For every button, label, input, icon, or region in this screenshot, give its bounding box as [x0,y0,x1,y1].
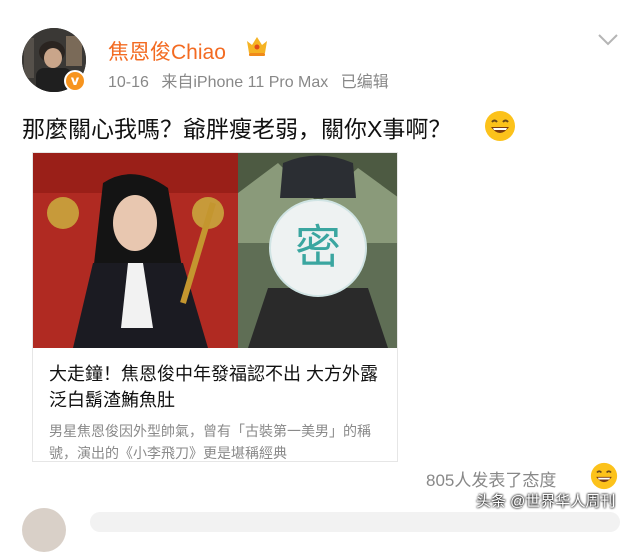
card-title[interactable]: 大走鐘！焦恩俊中年發福認不出 大方外露泛白鬍渣鮪魚肚 [49,361,389,413]
chevron-down-icon[interactable] [596,32,620,48]
verified-badge: v [64,70,86,92]
card-photo-left [33,153,238,348]
username[interactable]: 焦恩俊Chiao [108,36,226,66]
reaction-count[interactable]: 805人发表了态度 [426,466,556,491]
mosaic-character: 密 [295,220,341,274]
vip-crown-icon [247,37,267,56]
post-meta: 10-16 来自iPhone 11 Pro Max 已编辑 [108,68,397,92]
laughing-emoji-icon[interactable] [590,462,618,490]
card-photo-right: 密 [238,153,397,348]
comment-avatar[interactable] [22,508,66,552]
laughing-emoji-icon [485,111,515,141]
comment-input[interactable] [90,512,620,532]
news-card[interactable]: 密 大走鐘！焦恩俊中年發福認不出 大方外露泛白鬍渣鮪魚肚 男星焦恩俊因外型帥氣，… [32,152,398,462]
post-source: 来自iPhone 11 Pro Max [161,74,329,91]
card-summary: 男星焦恩俊因外型帥氣，曾有「古裝第一美男」的稱號，演出的《小李飛刀》更是堪稱經典 [49,424,371,461]
post-edited[interactable]: 已编辑 [341,74,389,91]
post-header: v 焦恩俊Chiao 10-16 来自iPhone 11 Pro Max 已编辑 [0,0,640,100]
post-text: 那麼關心我嗎？爺胖瘦老弱，關你X事啊？ [22,116,452,142]
watermark: 头条 @世界华人周刊 [476,493,616,510]
post-date: 10-16 [108,74,149,91]
